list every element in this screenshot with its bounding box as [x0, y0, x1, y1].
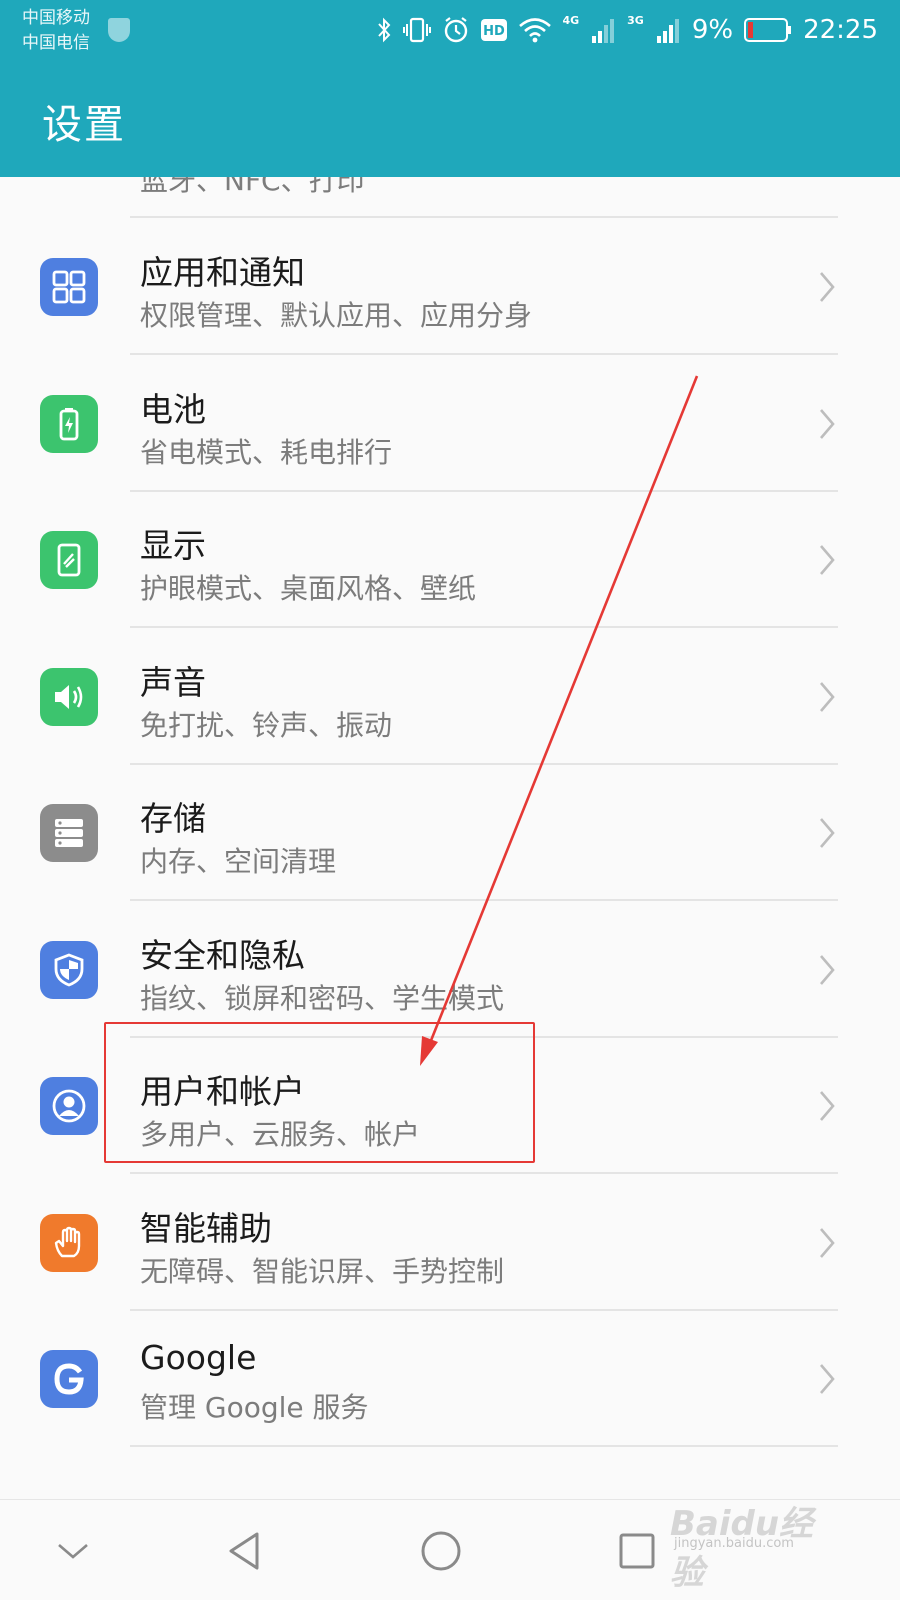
alarm-icon	[442, 16, 470, 44]
status-bar: 中国移动 中国电信 HD 4G 3G 9% 22:25	[0, 0, 900, 62]
settings-item-title: 存储	[140, 799, 206, 838]
settings-item-title: 应用和通知	[140, 253, 305, 292]
hd-icon: HD	[480, 18, 508, 42]
apps-icon	[40, 258, 98, 316]
settings-item-title: Google	[140, 1338, 257, 1377]
settings-item-storage[interactable]: 存储 内存、空间清理	[0, 764, 900, 901]
settings-item-title: 显示	[140, 526, 206, 565]
watermark: Baidu经验 jingyan.baidu.com	[670, 1496, 840, 1593]
settings-list[interactable]: 蓝牙、NFC、打印 应用和通知 权限管理、默认应用、应用分身 电池 省电模式、耗…	[0, 177, 900, 1499]
carrier-2: 中国电信	[22, 33, 90, 53]
sound-icon	[40, 668, 98, 726]
back-button[interactable]	[190, 1500, 300, 1600]
chevron-down-icon	[58, 1543, 88, 1559]
settings-item-subtitle: 管理 Google 服务	[140, 1391, 369, 1424]
status-icons: HD 4G 3G 9% 22:25	[376, 10, 878, 50]
hand-icon	[40, 1214, 98, 1272]
settings-item-battery[interactable]: 电池 省电模式、耗电排行	[0, 355, 900, 492]
chevron-right-icon	[816, 543, 838, 581]
shield-icon	[40, 941, 98, 999]
settings-item-title: 智能辅助	[140, 1209, 272, 1248]
settings-item-google[interactable]: Google 管理 Google 服务	[0, 1310, 900, 1447]
home-button[interactable]	[386, 1500, 496, 1600]
settings-item-security[interactable]: 安全和隐私 指纹、锁屏和密码、学生模式	[0, 901, 900, 1038]
network-type-1: 4G	[562, 14, 580, 27]
settings-item-subtitle: 内存、空间清理	[140, 845, 337, 878]
wifi-icon	[518, 16, 552, 44]
settings-item-title: 安全和隐私	[140, 936, 305, 975]
recents-icon	[619, 1533, 655, 1568]
carrier-names: 中国移动 中国电信	[22, 6, 90, 56]
svg-text:HD: HD	[484, 24, 506, 39]
battery-icon	[743, 16, 793, 44]
watermark-url: jingyan.baidu.com	[674, 1536, 794, 1551]
display-icon	[40, 531, 98, 589]
home-icon	[421, 1531, 461, 1570]
settings-item-subtitle: 免打扰、铃声、振动	[140, 709, 393, 742]
vpn-shield-icon	[108, 18, 130, 42]
back-icon	[229, 1532, 259, 1569]
chevron-right-icon	[816, 680, 838, 718]
page-title: 设置	[42, 102, 126, 148]
settings-item-subtitle: 指纹、锁屏和密码、学生模式	[140, 982, 505, 1015]
chevron-right-icon	[816, 1089, 838, 1127]
settings-item-subtitle: 护眼模式、桌面风格、壁纸	[140, 572, 477, 605]
settings-item-title: 用户和帐户	[140, 1072, 305, 1111]
divider	[130, 1445, 838, 1447]
settings-item-subtitle: 省电模式、耗电排行	[140, 436, 393, 469]
settings-item-subtitle: 多用户、云服务、帐户	[140, 1118, 421, 1151]
chevron-right-icon	[816, 1362, 838, 1400]
battery-percent: 9%	[691, 15, 734, 45]
carrier-1: 中国移动	[22, 8, 90, 28]
settings-item-display[interactable]: 显示 护眼模式、桌面风格、壁纸	[0, 491, 900, 628]
settings-item-title: 声音	[140, 663, 206, 702]
settings-item-smart-assist[interactable]: 智能辅助 无障碍、智能识屏、手势控制	[0, 1174, 900, 1311]
chevron-right-icon	[816, 270, 838, 308]
settings-item-apps[interactable]: 应用和通知 权限管理、默认应用、应用分身	[0, 218, 900, 355]
bluetooth-icon	[376, 16, 392, 44]
app-bar: 设置	[0, 62, 900, 177]
chevron-right-icon	[816, 1226, 838, 1264]
settings-item-title: 电池	[140, 390, 206, 429]
settings-item-subtitle: 权限管理、默认应用、应用分身	[140, 299, 533, 332]
collapse-button[interactable]	[18, 1500, 128, 1600]
partial-list-item-subtitle: 蓝牙、NFC、打印	[140, 177, 365, 197]
settings-item-users-accounts[interactable]: 用户和帐户 多用户、云服务、帐户	[0, 1037, 900, 1174]
vibrate-icon	[402, 16, 432, 44]
battery-icon	[40, 395, 98, 453]
chevron-right-icon	[816, 407, 838, 445]
user-icon	[40, 1077, 98, 1135]
signal-icon	[591, 16, 617, 44]
signal-icon	[656, 16, 682, 44]
chevron-right-icon	[816, 816, 838, 854]
storage-icon	[40, 804, 98, 862]
chevron-right-icon	[816, 953, 838, 991]
network-type-2: 3G	[627, 14, 644, 27]
google-icon	[40, 1350, 98, 1408]
settings-item-subtitle: 无障碍、智能识屏、手势控制	[140, 1255, 505, 1288]
settings-item-sound[interactable]: 声音 免打扰、铃声、振动	[0, 628, 900, 765]
clock: 22:25	[803, 15, 878, 45]
